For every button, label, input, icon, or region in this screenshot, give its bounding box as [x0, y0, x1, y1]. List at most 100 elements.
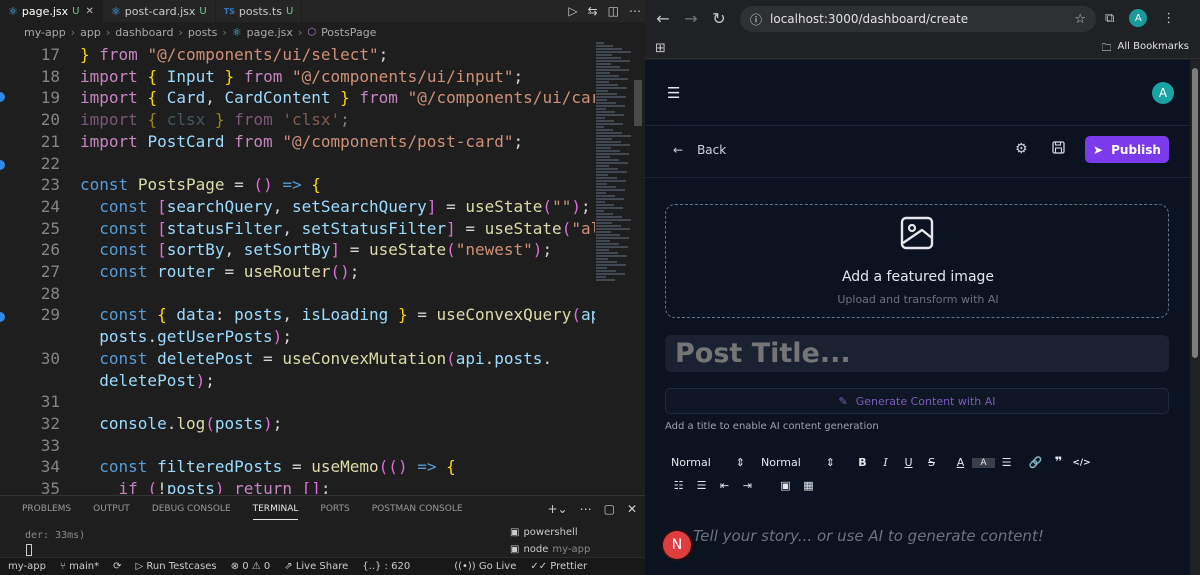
settings-gear-icon[interactable]: ⚙	[1015, 141, 1028, 157]
breadcrumb-item[interactable]: posts	[188, 26, 218, 39]
menu-icon[interactable]: ⋮	[1162, 11, 1175, 26]
code-line[interactable]: 17} from "@/components/ui/select";	[0, 44, 595, 66]
code-line[interactable]: 25 const [statusFilter, setStatusFilter]…	[0, 218, 595, 240]
code-line[interactable]: 21 import PostCard from "@/components/pos…	[0, 131, 595, 153]
font-select[interactable]: Normal ⇕	[761, 456, 851, 469]
post-title-input[interactable]	[665, 335, 1169, 372]
link-icon[interactable]: 🔗	[1024, 456, 1047, 469]
breadcrumb-item[interactable]: PostsPage	[321, 26, 376, 39]
status-liveshare[interactable]: ⇗ Live Share	[284, 561, 348, 572]
code-line[interactable]: 27 const router = useRouter();	[0, 261, 595, 283]
outdent-icon[interactable]: ⇤	[713, 479, 736, 492]
hamburger-menu-icon[interactable]: ☰	[667, 84, 680, 102]
tab-page-jsx[interactable]: ⚛ page.jsx U ✕	[0, 0, 103, 22]
code-line[interactable]: 19 import { Card, CardContent } from "@/c…	[0, 87, 595, 109]
split-editor-icon[interactable]: ◫	[608, 4, 619, 18]
back-arrow-icon[interactable]: ←	[649, 9, 677, 28]
close-icon[interactable]: ✕	[627, 502, 637, 516]
close-icon[interactable]: ✕	[85, 6, 93, 17]
user-avatar[interactable]: A	[1152, 82, 1174, 104]
bold-icon[interactable]: B	[851, 456, 874, 469]
site-info-icon[interactable]: ⓘ	[750, 11, 762, 28]
insert-image-icon[interactable]: ▣	[774, 479, 797, 492]
code-line[interactable]: deletePost);	[0, 370, 595, 392]
maximize-icon[interactable]: ▢	[604, 502, 615, 516]
terminal-item[interactable]: ▣ powershell	[510, 524, 590, 541]
tab-problems[interactable]: PROBLEMS	[22, 504, 71, 520]
sync-icon[interactable]: ⟳	[113, 561, 121, 572]
status-prettier[interactable]: ✓✓ Prettier	[530, 561, 587, 572]
new-terminal-icon[interactable]: +⌄	[547, 502, 567, 516]
generate-content-button[interactable]: ✎ Generate Content with AI	[665, 388, 1169, 414]
scroll-thumb[interactable]	[1192, 68, 1198, 358]
more-icon[interactable]: ⋯	[629, 4, 641, 18]
code-line[interactable]: 30 const deletePost = useConvexMutation(…	[0, 348, 595, 370]
code-line[interactable]: 34 const filteredPosts = useMemo(() => {	[0, 456, 595, 478]
highlight-icon[interactable]: A	[972, 457, 995, 468]
code-line[interactable]: 31	[0, 391, 595, 413]
status-run-testcases[interactable]: ▷ Run Testcases	[136, 561, 217, 572]
code-editor[interactable]: 17} from "@/components/ui/select"; 18 impo…	[0, 42, 595, 494]
tab-post-card-jsx[interactable]: ⚛ post-card.jsx U	[103, 0, 216, 22]
status-position[interactable]: {..} : 620	[362, 561, 410, 572]
address-bar[interactable]: ⓘ localhost:3000/dashboard/create ☆	[740, 6, 1096, 32]
page-scrollbar[interactable]	[1190, 60, 1200, 575]
status-branch[interactable]: ⑂ main*	[60, 561, 99, 572]
dev-indicator-badge[interactable]: N	[663, 531, 691, 559]
tab-postman-console[interactable]: POSTMAN CONSOLE	[372, 504, 463, 520]
underline-icon[interactable]: U	[897, 456, 920, 469]
terminal-output[interactable]: der: 33ms)	[25, 530, 85, 541]
code-line[interactable]: 26 const [sortBy, setSortBy] = useState(…	[0, 239, 595, 261]
code-line[interactable]: 29 const { data: posts, isLoading } = us…	[0, 304, 595, 326]
breadcrumb-item[interactable]: page.jsx	[247, 26, 293, 39]
code-line[interactable]: 24 const [searchQuery, setSearchQuery] =…	[0, 196, 595, 218]
quote-icon[interactable]: ❞	[1047, 455, 1070, 470]
tab-ports[interactable]: PORTS	[320, 504, 349, 520]
code-line[interactable]: 35 if (!posts) return [];	[0, 478, 595, 494]
strikethrough-icon[interactable]: S	[920, 456, 943, 469]
indent-icon[interactable]: ⇥	[736, 479, 759, 492]
code-line[interactable]: 32 console.log(posts);	[0, 413, 595, 435]
editor-scrollbar[interactable]	[634, 80, 642, 126]
breadcrumb-item[interactable]: app	[80, 26, 101, 39]
code-line[interactable]: 23 const PostsPage = () => {	[0, 174, 595, 196]
align-icon[interactable]: ☰	[995, 456, 1018, 469]
code-line[interactable]: 20 import { clsx } from 'clsx';	[0, 109, 595, 131]
text-color-icon[interactable]: A	[949, 456, 972, 469]
breadcrumb-item[interactable]: dashboard	[115, 26, 173, 39]
profile-avatar[interactable]: A	[1129, 9, 1148, 27]
featured-image-dropzone[interactable]: Add a featured image Upload and transfor…	[665, 204, 1169, 318]
insert-video-icon[interactable]: ▦	[797, 479, 820, 492]
extensions-icon[interactable]: ⧉	[1105, 11, 1114, 26]
back-button[interactable]: ← Back	[673, 143, 726, 157]
apps-icon[interactable]: ⊞	[655, 41, 666, 56]
heading-select[interactable]: Normal ⇕	[671, 456, 761, 469]
code-line[interactable]: 33	[0, 435, 595, 457]
code-icon[interactable]: </>	[1070, 458, 1093, 468]
bookmark-star-icon[interactable]: ☆	[1074, 12, 1086, 27]
story-editor-placeholder[interactable]: Tell your story... or use AI to generate…	[693, 527, 1044, 545]
status-problems[interactable]: ⊗ 0 ⚠ 0	[231, 561, 271, 572]
tab-terminal[interactable]: TERMINAL	[252, 504, 299, 520]
tab-posts-ts[interactable]: TS posts.ts U	[216, 0, 303, 22]
tab-debug-console[interactable]: DEBUG CONSOLE	[152, 504, 231, 520]
more-icon[interactable]: ⋯	[580, 502, 592, 516]
reload-icon[interactable]: ↻	[705, 9, 733, 28]
forward-arrow-icon[interactable]: →	[677, 9, 705, 28]
run-icon[interactable]: ▷	[568, 4, 577, 18]
code-line[interactable]: 18 import { Input } from "@/components/ui…	[0, 66, 595, 88]
breadcrumb-item[interactable]: my-app	[24, 26, 66, 39]
save-icon[interactable]	[1052, 141, 1065, 158]
terminal-item[interactable]: ▣ node my-app	[510, 541, 590, 558]
code-line[interactable]: posts.getUserPosts);	[0, 326, 595, 348]
compare-icon[interactable]: ⇆	[588, 4, 598, 18]
status-golive[interactable]: ((•)) Go Live	[454, 561, 516, 572]
code-line[interactable]: 28	[0, 283, 595, 305]
italic-icon[interactable]: I	[874, 456, 897, 469]
status-project[interactable]: my-app	[8, 561, 46, 572]
tab-output[interactable]: OUTPUT	[93, 504, 130, 520]
all-bookmarks[interactable]: 🗀 All Bookmarks	[1102, 41, 1189, 58]
bullet-list-icon[interactable]: ☰	[690, 479, 713, 492]
code-line[interactable]: 22	[0, 153, 595, 175]
publish-button[interactable]: ➤ Publish	[1085, 136, 1169, 163]
